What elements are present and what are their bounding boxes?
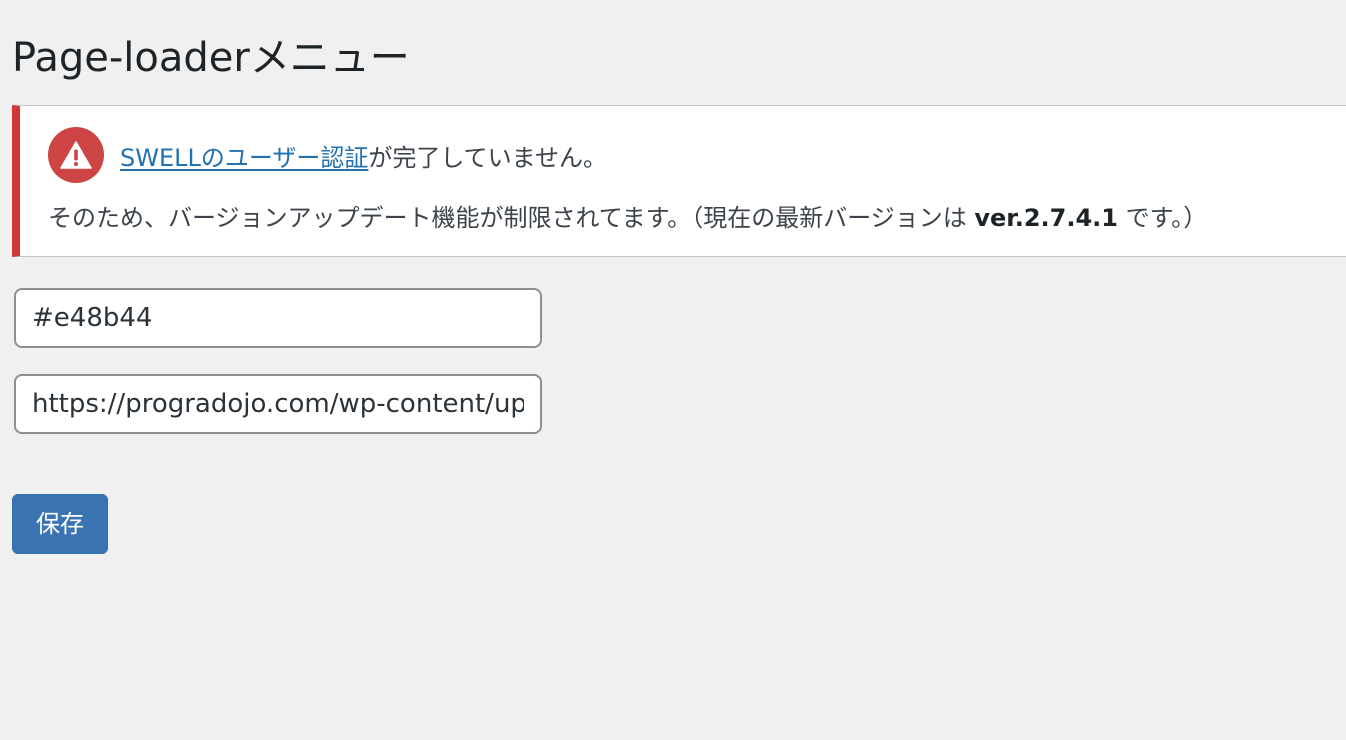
warning-triangle-glyph <box>60 141 92 169</box>
save-button[interactable]: 保存 <box>12 494 108 554</box>
notice-detail-suffix: です。） <box>1117 204 1208 232</box>
notice-message-suffix: が完了していません。 <box>368 144 607 172</box>
notice-message: SWELLのユーザー認証が完了していません。 <box>120 141 607 175</box>
loader-image-url-input[interactable] <box>14 374 542 434</box>
latest-version: ver.2.7.4.1 <box>974 204 1118 232</box>
error-notice: SWELLのユーザー認証が完了していません。 そのため、バージョンアップデート機… <box>12 105 1346 257</box>
notice-detail: そのため、バージョンアップデート機能が制限されてます。（現在の最新バージョンは … <box>48 201 1207 235</box>
warning-triangle-icon <box>48 127 104 183</box>
page-title: Page-loaderメニュー <box>12 35 410 81</box>
notice-detail-prefix: そのため、バージョンアップデート機能が制限されてます。（現在の最新バージョンは <box>48 204 975 232</box>
swell-auth-link[interactable]: SWELLのユーザー認証 <box>120 144 368 172</box>
loader-color-input[interactable] <box>14 288 542 348</box>
